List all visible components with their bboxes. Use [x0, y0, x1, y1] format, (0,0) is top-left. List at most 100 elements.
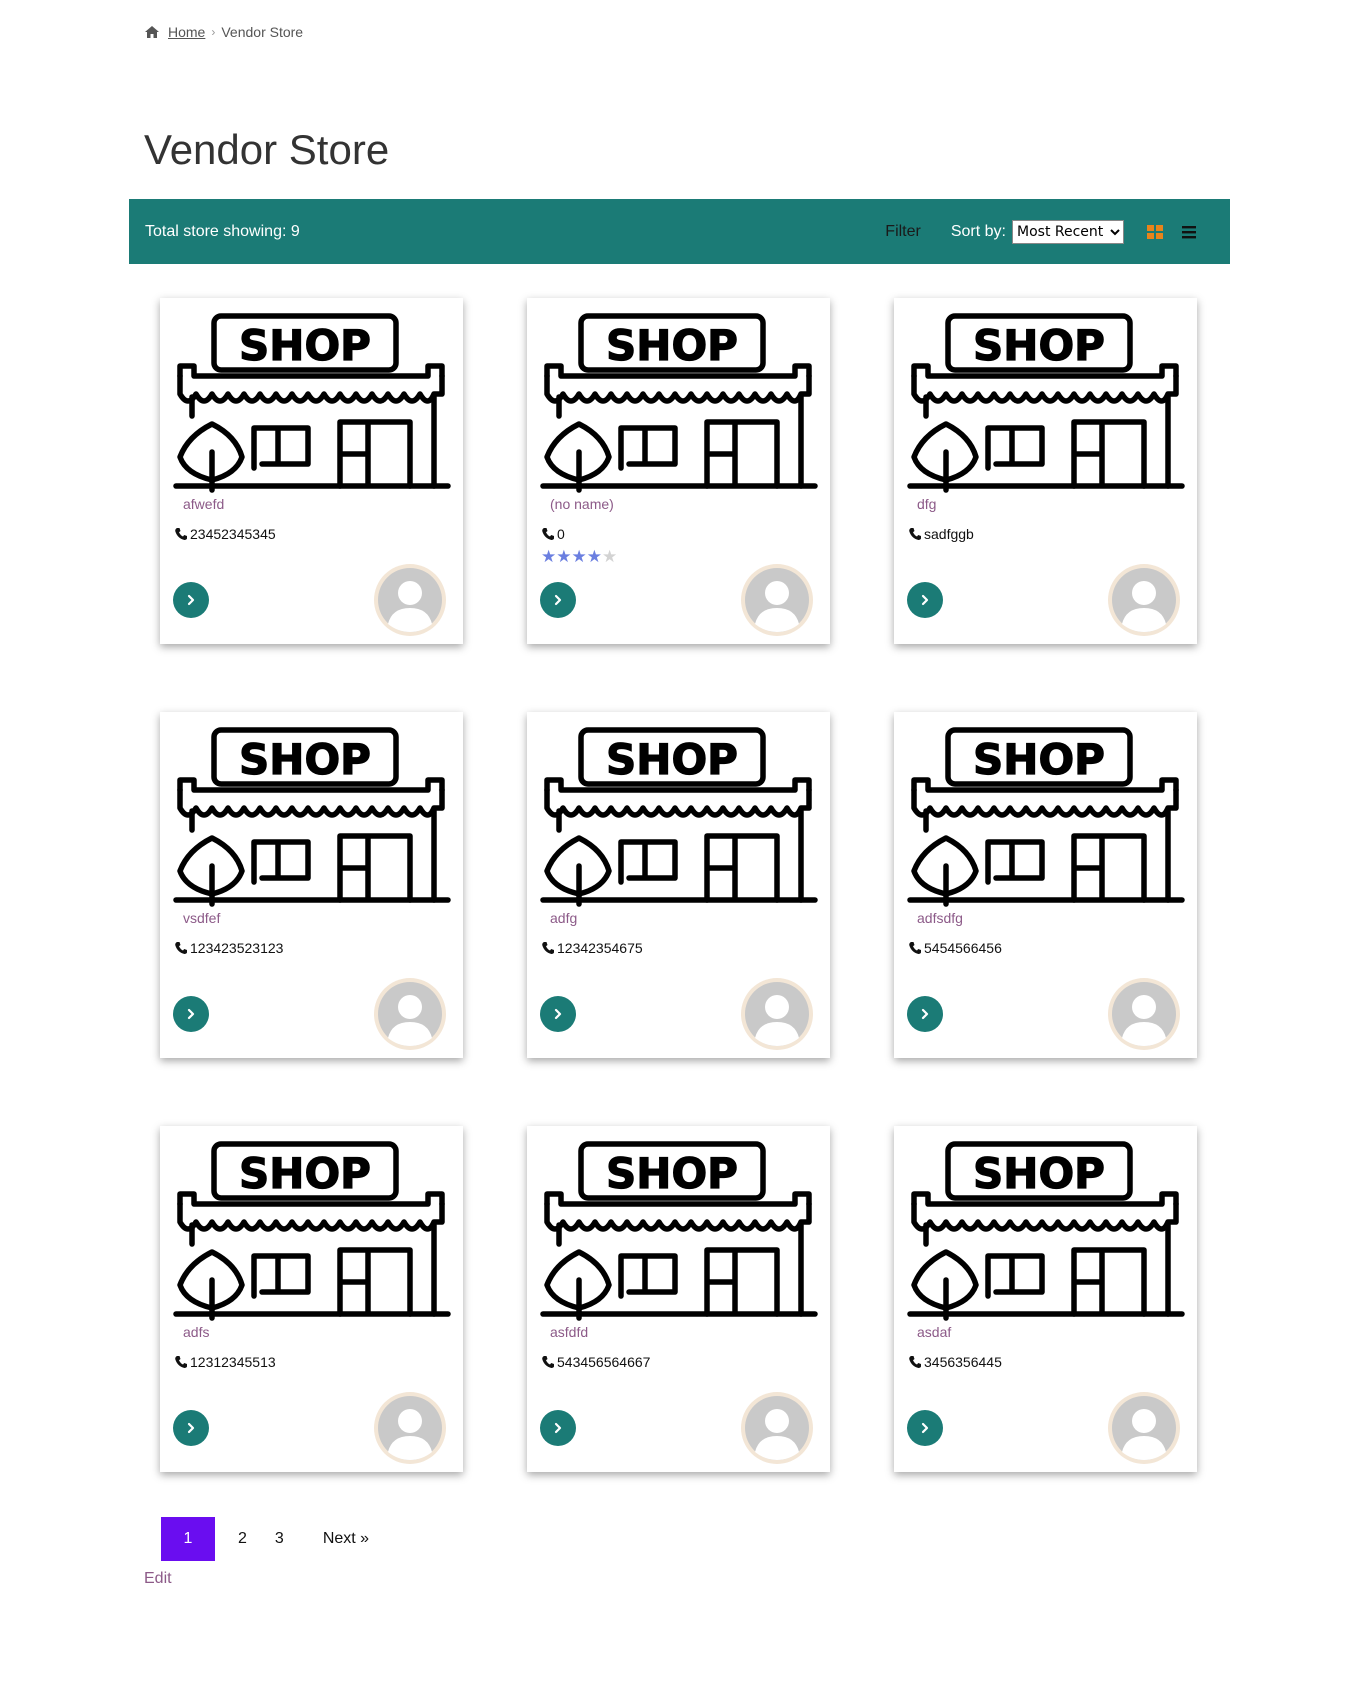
- view-store-button[interactable]: [907, 1410, 943, 1446]
- store-name[interactable]: afwefd: [183, 496, 224, 512]
- star-filled-icon: ★: [571, 547, 587, 566]
- store-name[interactable]: vsdfef: [183, 910, 220, 926]
- store-phone: 12342354675: [541, 940, 643, 956]
- store-phone: 3456356445: [908, 1354, 1002, 1370]
- phone-icon: [175, 528, 187, 541]
- shop-sign-text: SHOP: [606, 321, 738, 370]
- vendor-avatar: [741, 564, 813, 636]
- default-avatar-icon: [1112, 568, 1176, 632]
- home-icon: [145, 26, 159, 38]
- store-grid: SHOP afwefd 23452345345 SHOP (no name) 0…: [160, 298, 1197, 1472]
- store-card: SHOP adfsdfg 5454566456: [894, 712, 1197, 1058]
- breadcrumb-home-link[interactable]: Home: [168, 24, 205, 40]
- filter-button[interactable]: Filter: [885, 223, 921, 241]
- phone-icon: [542, 942, 554, 955]
- view-store-button[interactable]: [540, 582, 576, 618]
- breadcrumb-current: Vendor Store: [221, 24, 304, 40]
- shop-image: SHOP: [540, 727, 818, 907]
- phone-icon: [175, 1356, 187, 1369]
- phone-icon: [909, 1356, 921, 1369]
- shop-sign-text: SHOP: [239, 1149, 371, 1198]
- store-phone: 23452345345: [174, 526, 276, 542]
- default-avatar-icon: [1112, 1396, 1176, 1460]
- view-store-button[interactable]: [907, 582, 943, 618]
- next-page-link[interactable]: Next »: [323, 1530, 369, 1548]
- store-name[interactable]: dfg: [917, 496, 936, 512]
- vendor-avatar: [741, 1392, 813, 1464]
- store-phone-number: sadfggb: [924, 526, 974, 542]
- page-link-3[interactable]: 3: [270, 1530, 289, 1548]
- grid-icon[interactable]: [1146, 223, 1164, 241]
- phone-icon: [542, 1356, 554, 1369]
- vendor-avatar: [1108, 1392, 1180, 1464]
- sort-select[interactable]: Most Recent: [1012, 219, 1124, 244]
- store-phone-number: 543456564667: [557, 1354, 651, 1370]
- store-phone-number: 5454566456: [924, 940, 1002, 956]
- sort-label: Sort by:: [950, 222, 1006, 240]
- page-link-2[interactable]: 2: [233, 1530, 252, 1548]
- store-phone-number: 123423523123: [190, 940, 284, 956]
- store-rating: ★ ★ ★ ★ ★: [541, 548, 617, 565]
- view-store-button[interactable]: [173, 1410, 209, 1446]
- chevron-right-icon: [921, 1008, 929, 1020]
- chevron-right-icon: [921, 594, 929, 606]
- store-phone-number: 12312345513: [190, 1354, 276, 1370]
- store-name[interactable]: adfg: [550, 910, 577, 926]
- vendor-avatar: [1108, 564, 1180, 636]
- phone-icon: [909, 942, 921, 955]
- chevron-right-icon: [554, 594, 562, 606]
- phone-icon: [909, 528, 921, 541]
- vendor-avatar: [1108, 978, 1180, 1050]
- view-store-button[interactable]: [540, 996, 576, 1032]
- shop-sign-text: SHOP: [239, 735, 371, 784]
- star-filled-icon: ★: [586, 547, 602, 566]
- view-store-button[interactable]: [907, 996, 943, 1032]
- vendor-avatar: [374, 978, 446, 1050]
- star-filled-icon: ★: [541, 547, 557, 566]
- store-name[interactable]: asdaf: [917, 1324, 951, 1340]
- shop-sign-text: SHOP: [973, 321, 1105, 370]
- shop-image: SHOP: [907, 313, 1185, 493]
- store-phone-number: 3456356445: [924, 1354, 1002, 1370]
- shop-image: SHOP: [907, 1141, 1185, 1321]
- phone-icon: [175, 942, 187, 955]
- store-phone: 123423523123: [174, 940, 283, 956]
- view-store-button[interactable]: [173, 582, 209, 618]
- store-card: SHOP dfg sadfggb: [894, 298, 1197, 644]
- shop-image: SHOP: [907, 727, 1185, 907]
- star-empty-icon: ★: [602, 547, 618, 566]
- shop-sign-text: SHOP: [606, 735, 738, 784]
- store-phone-number: 12342354675: [557, 940, 643, 956]
- store-phone: sadfggb: [908, 526, 974, 542]
- shop-sign-text: SHOP: [239, 321, 371, 370]
- page-current[interactable]: 1: [161, 1517, 215, 1561]
- view-store-button[interactable]: [540, 1410, 576, 1446]
- chevron-right-icon: [554, 1422, 562, 1434]
- store-name[interactable]: (no name): [550, 496, 614, 512]
- shop-sign-text: SHOP: [973, 735, 1105, 784]
- store-card: SHOP (no name) 0 ★ ★ ★ ★ ★: [527, 298, 830, 644]
- default-avatar-icon: [745, 982, 809, 1046]
- store-name[interactable]: adfsdfg: [917, 910, 963, 926]
- store-card: SHOP asfdfd 543456564667: [527, 1126, 830, 1472]
- page-title: Vendor Store: [144, 126, 390, 173]
- store-name[interactable]: adfs: [183, 1324, 209, 1340]
- store-phone-number: 23452345345: [190, 526, 276, 542]
- store-phone-number: 0: [557, 526, 565, 542]
- star-filled-icon: ★: [556, 547, 572, 566]
- chevron-right-icon: [554, 1008, 562, 1020]
- shop-image: SHOP: [173, 313, 451, 493]
- store-card: SHOP asdaf 3456356445: [894, 1126, 1197, 1472]
- shop-sign-text: SHOP: [606, 1149, 738, 1198]
- default-avatar-icon: [378, 568, 442, 632]
- list-icon[interactable]: [1180, 223, 1198, 241]
- edit-link[interactable]: Edit: [144, 1570, 172, 1588]
- view-store-button[interactable]: [173, 996, 209, 1032]
- chevron-right-icon: [187, 1008, 195, 1020]
- shop-sign-text: SHOP: [973, 1149, 1105, 1198]
- default-avatar-icon: [745, 1396, 809, 1460]
- store-name[interactable]: asfdfd: [550, 1324, 588, 1340]
- store-card: SHOP vsdfef 123423523123: [160, 712, 463, 1058]
- default-avatar-icon: [1112, 982, 1176, 1046]
- store-card: SHOP adfs 12312345513: [160, 1126, 463, 1472]
